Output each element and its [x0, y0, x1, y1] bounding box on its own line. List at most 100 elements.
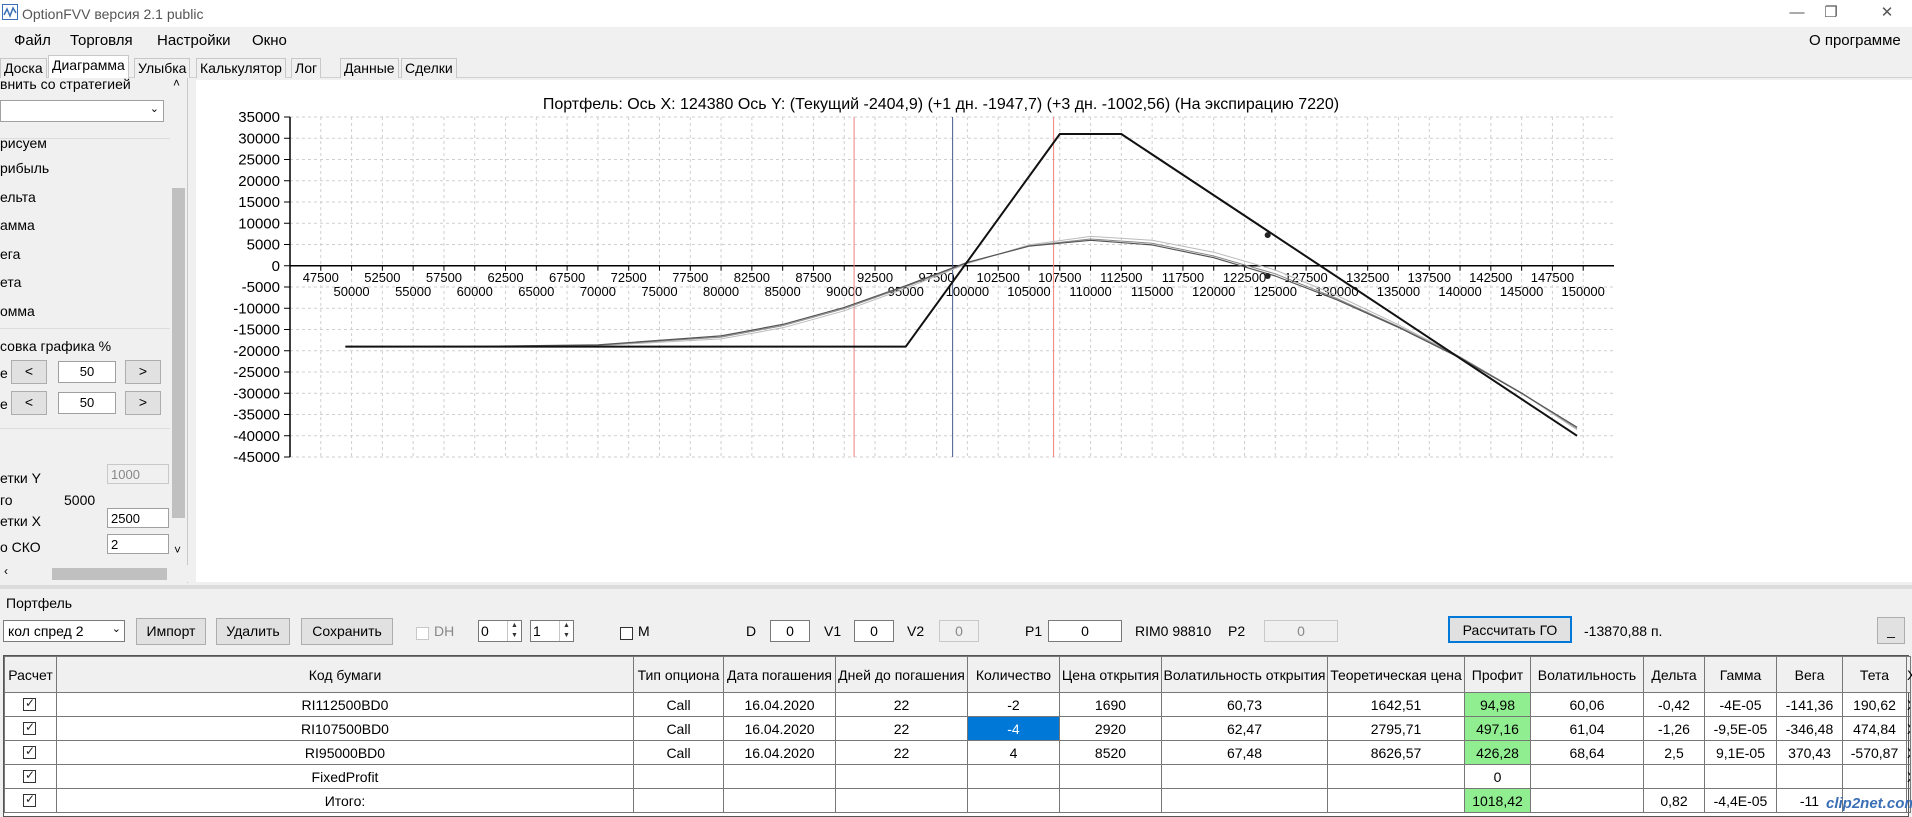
- scrollbar-thumb[interactable]: [52, 568, 167, 580]
- scale-row1-minus-button[interactable]: <: [11, 360, 47, 384]
- col-header[interactable]: Дата погашения: [723, 656, 836, 693]
- cell-date: 16.04.2020: [723, 740, 836, 765]
- draw-vomma-option[interactable]: омма: [0, 303, 35, 319]
- left-panel-vertical-scrollbar[interactable]: ˄ ˅: [170, 76, 187, 573]
- cell-qty[interactable]: -4: [967, 716, 1060, 741]
- cell-qty[interactable]: 4: [967, 740, 1060, 765]
- calc-checkbox-cell[interactable]: [4, 740, 57, 765]
- row-calc-checkbox[interactable]: [23, 792, 36, 807]
- strategy-select[interactable]: кол спред 2 ⌄: [3, 620, 125, 642]
- d-input[interactable]: 0: [770, 620, 810, 642]
- tab-board[interactable]: Доска: [0, 58, 47, 78]
- v2-label: V2: [907, 623, 925, 639]
- cell-x[interactable]: X: [1906, 692, 1911, 717]
- menu-about[interactable]: О программе: [1809, 32, 1901, 49]
- cell-vol: [1530, 764, 1644, 789]
- draw-delta-option[interactable]: ельта: [0, 189, 36, 205]
- table-row[interactable]: RI95000BD0Call16.04.2020224852067,488626…: [4, 740, 1911, 765]
- cell-x[interactable]: X: [1906, 764, 1911, 789]
- scale-row2-input[interactable]: 50: [58, 392, 116, 414]
- col-header[interactable]: Тета: [1842, 656, 1907, 693]
- compare-strategy-select[interactable]: ⌄: [0, 100, 164, 122]
- col-header[interactable]: Гамма: [1704, 656, 1777, 693]
- menu-window[interactable]: Окно: [252, 32, 287, 49]
- cell-open-price[interactable]: 2920: [1059, 716, 1162, 741]
- scrollbar-thumb[interactable]: [172, 188, 185, 518]
- v1-input[interactable]: 0: [854, 620, 894, 642]
- col-header[interactable]: Тип опциона: [633, 656, 724, 693]
- draw-gamma-option[interactable]: амма: [0, 217, 35, 233]
- m-checkbox[interactable]: [620, 627, 633, 640]
- collapse-button[interactable]: _: [1877, 617, 1905, 644]
- col-header[interactable]: Расчет: [4, 656, 57, 693]
- menu-file[interactable]: Файл: [14, 32, 51, 49]
- calc-checkbox-cell[interactable]: [4, 788, 57, 813]
- scale-row1-input[interactable]: 50: [58, 361, 116, 383]
- restore-button[interactable]: ❐: [1808, 0, 1854, 27]
- col-header[interactable]: X: [1906, 656, 1912, 693]
- cell-x[interactable]: X: [1906, 740, 1911, 765]
- cell-qty[interactable]: [967, 764, 1060, 789]
- draw-vega-option[interactable]: ега: [0, 246, 20, 262]
- cell-code: RI95000BD0: [56, 740, 634, 765]
- col-header[interactable]: Код бумаги: [56, 656, 634, 693]
- calc-checkbox-cell[interactable]: [4, 692, 57, 717]
- row-calc-checkbox[interactable]: [23, 744, 36, 759]
- payoff-chart[interactable]: 35000300002500020000150001000050000-5000…: [196, 80, 1912, 582]
- table-row[interactable]: RI112500BD0Call16.04.202022-2169060,7316…: [4, 692, 1911, 717]
- col-header[interactable]: Цена открытия: [1059, 656, 1162, 693]
- menu-settings[interactable]: Настройки: [157, 32, 231, 49]
- grid-x-input[interactable]: 2500: [107, 508, 169, 528]
- spin-input-1[interactable]: 0 ▲ ▼: [478, 620, 522, 642]
- tab-data[interactable]: Данные: [340, 58, 399, 78]
- spinner-arrows-icon[interactable]: ▲ ▼: [507, 621, 521, 641]
- scale-row2-plus-button[interactable]: >: [125, 391, 161, 415]
- col-header[interactable]: Дельта: [1643, 656, 1705, 693]
- tab-smile[interactable]: Улыбка: [134, 58, 191, 78]
- tab-calculator[interactable]: Калькулятор: [196, 58, 286, 78]
- x-tick-label-bottom: 105000: [1007, 284, 1050, 299]
- draw-profit-option[interactable]: рибыль: [0, 160, 49, 176]
- col-header[interactable]: Дней до погашения: [835, 656, 968, 693]
- row-calc-checkbox[interactable]: [23, 720, 36, 735]
- row-calc-checkbox[interactable]: [23, 768, 36, 783]
- calc-checkbox-cell[interactable]: [4, 764, 57, 789]
- panel-splitter[interactable]: [0, 585, 1912, 589]
- scroll-left-icon[interactable]: ‹: [4, 564, 8, 578]
- p1-input[interactable]: 0: [1048, 620, 1122, 642]
- scale-row2-minus-button[interactable]: <: [11, 391, 47, 415]
- cell-open-price[interactable]: [1059, 764, 1162, 789]
- row-calc-checkbox[interactable]: [23, 696, 36, 711]
- scroll-down-icon[interactable]: ˅: [174, 543, 181, 557]
- col-header[interactable]: Волатильность открытия: [1161, 656, 1328, 693]
- menu-trading[interactable]: Торговля: [70, 32, 133, 49]
- spin-input-2[interactable]: 1 ▲ ▼: [530, 620, 574, 642]
- cell-qty[interactable]: -2: [967, 692, 1060, 717]
- cell-open-price[interactable]: 1690: [1059, 692, 1162, 717]
- left-panel-horizontal-scrollbar[interactable]: ‹: [0, 564, 188, 582]
- cell-x[interactable]: X: [1906, 716, 1911, 741]
- spinner-arrows-icon[interactable]: ▲ ▼: [559, 621, 573, 641]
- close-window-button[interactable]: ✕: [1864, 0, 1910, 27]
- table-row[interactable]: RI107500BD0Call16.04.202022-4292062,4727…: [4, 716, 1911, 741]
- col-header[interactable]: Вега: [1776, 656, 1843, 693]
- delete-button[interactable]: Удалить: [216, 618, 290, 645]
- draw-theta-option[interactable]: ета: [0, 274, 21, 290]
- table-row[interactable]: FixedProfit 0 X: [4, 764, 1911, 789]
- save-button[interactable]: Сохранить: [301, 618, 393, 645]
- import-button[interactable]: Импорт: [136, 618, 206, 645]
- sko-input[interactable]: 2: [107, 534, 169, 554]
- col-header[interactable]: Количество: [967, 656, 1060, 693]
- tab-log[interactable]: Лог: [291, 58, 322, 78]
- tab-deals[interactable]: Сделки: [401, 58, 457, 78]
- dh-checkbox[interactable]: [416, 627, 429, 640]
- cell-open-price[interactable]: 8520: [1059, 740, 1162, 765]
- scale-row1-plus-button[interactable]: >: [125, 360, 161, 384]
- calculate-go-button[interactable]: Рассчитать ГО: [1448, 616, 1572, 643]
- cell-theta: 190,62: [1842, 692, 1907, 717]
- col-header[interactable]: Теоретическая цена: [1327, 656, 1465, 693]
- calc-checkbox-cell[interactable]: [4, 716, 57, 741]
- col-header[interactable]: Профит: [1464, 656, 1531, 693]
- scroll-up-icon[interactable]: ˄: [173, 76, 180, 90]
- col-header[interactable]: Волатильность: [1530, 656, 1644, 693]
